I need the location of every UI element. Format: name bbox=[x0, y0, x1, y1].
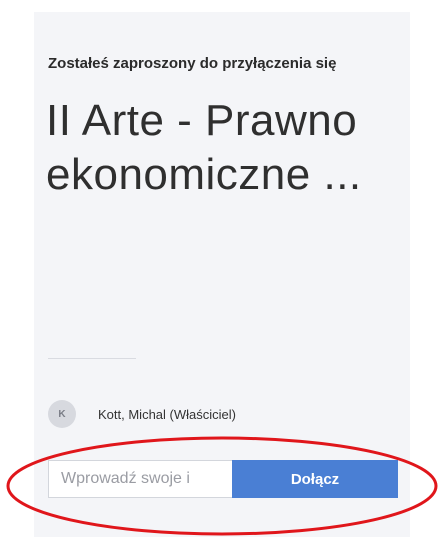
name-input[interactable] bbox=[48, 460, 232, 498]
join-form: Dołącz bbox=[48, 460, 398, 498]
owner-row: K Kott, Michal (Właściciel) bbox=[48, 400, 236, 428]
invite-card: Zostałeś zaproszony do przyłączenia się … bbox=[34, 12, 410, 537]
avatar: K bbox=[48, 400, 76, 428]
owner-name: Kott, Michal (Właściciel) bbox=[98, 406, 236, 422]
invite-label: Zostałeś zaproszony do przyłączenia się bbox=[48, 55, 337, 72]
join-button[interactable]: Dołącz bbox=[232, 460, 398, 498]
team-name: II Arte - Prawno ekonomiczne ... bbox=[46, 96, 362, 199]
divider bbox=[48, 358, 136, 359]
